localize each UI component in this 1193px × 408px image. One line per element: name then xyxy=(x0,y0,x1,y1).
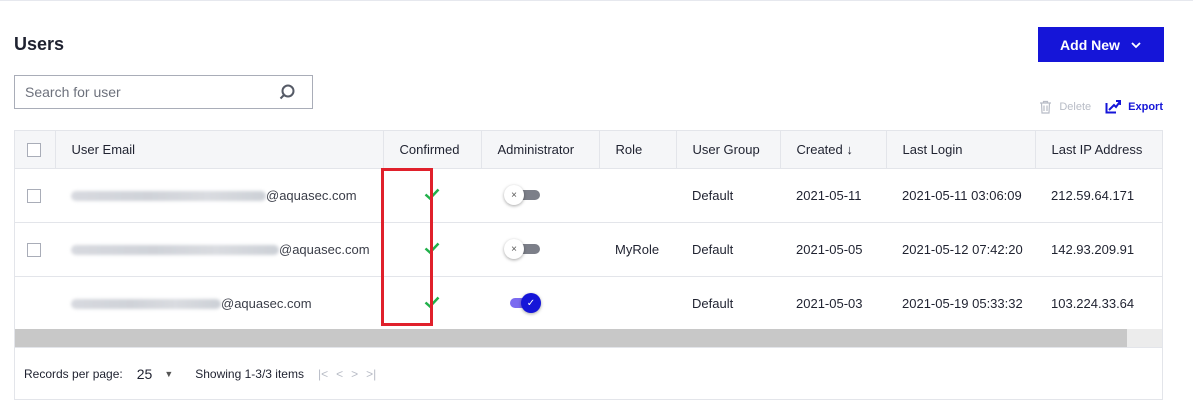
col-administrator[interactable]: Administrator xyxy=(481,131,600,168)
row-select-cell xyxy=(15,222,55,276)
admin-toggle[interactable]: ✓ xyxy=(504,293,541,314)
role-cell: MyRole xyxy=(615,241,660,257)
confirmed-cell xyxy=(383,168,481,222)
created-cell: 2021-05-11 xyxy=(796,187,862,203)
first-page-icon[interactable]: |< xyxy=(318,367,328,381)
last-login-cell: 2021-05-19 05:33:32 xyxy=(902,295,1023,311)
created-cell: 2021-05-03 xyxy=(796,295,863,311)
user-group-cell: Default xyxy=(692,295,734,311)
user-email-cell: @aquasec.com xyxy=(55,222,383,276)
last-ip-cell: 103.224.33.64 xyxy=(1051,295,1135,311)
sort-arrow-icon: ↓ xyxy=(846,141,853,157)
last-login-cell: 2021-05-12 07:42:20 xyxy=(902,241,1023,257)
user-group-cell: Default xyxy=(692,241,734,257)
col-user-group[interactable]: User Group xyxy=(676,131,781,168)
toggle-off-icon: × xyxy=(504,185,524,205)
admin-toggle[interactable]: × xyxy=(504,239,540,259)
col-last-login[interactable]: Last Login xyxy=(886,131,1036,168)
last-ip-cell: 212.59.64.171 xyxy=(1051,187,1135,203)
export-button[interactable]: Export xyxy=(1105,99,1163,114)
select-all-checkbox[interactable] xyxy=(27,143,41,158)
search-input[interactable] xyxy=(15,76,278,108)
user-email-cell: @aquasec.com xyxy=(55,168,383,222)
table-actions: Delete Export xyxy=(1039,99,1163,114)
table-row[interactable]: @aquasec.com × Default 2021-05-11 2021-0… xyxy=(15,168,1162,222)
table-row[interactable]: @aquasec.com × MyRole Default 2021-05-05… xyxy=(15,222,1162,276)
users-table: User Email Confirmed Administrator Role … xyxy=(14,130,1163,400)
check-icon xyxy=(424,296,440,308)
last-ip-cell: 142.93.209.91 xyxy=(1051,241,1135,257)
administrator-cell: × xyxy=(481,168,599,222)
email-domain: @aquasec.com xyxy=(221,296,312,312)
administrator-cell: × xyxy=(481,222,599,276)
redacted-email xyxy=(71,298,221,309)
last-page-icon[interactable]: >| xyxy=(366,367,376,381)
table-row[interactable]: @aquasec.com ✓ Default 2021-05-03 2021-0… xyxy=(15,276,1162,330)
next-page-icon[interactable]: > xyxy=(351,367,358,381)
trash-icon xyxy=(1040,100,1052,114)
role-cell xyxy=(599,168,676,222)
row-checkbox[interactable] xyxy=(27,242,41,257)
page-title: Users xyxy=(14,34,65,54)
export-label: Export xyxy=(1128,100,1163,113)
col-role[interactable]: Role xyxy=(599,131,677,168)
confirmed-cell xyxy=(383,222,481,276)
check-icon xyxy=(424,188,440,200)
horizontal-scrollbar[interactable] xyxy=(15,329,1162,347)
delete-button[interactable]: Delete xyxy=(1039,100,1091,114)
created-cell: 2021-05-05 xyxy=(796,241,863,257)
col-created-label: Created xyxy=(796,141,843,157)
chevron-down-icon[interactable]: ▼ xyxy=(164,369,173,379)
showing-items-text: Showing 1-3/3 items xyxy=(195,366,304,381)
page-navigation: |< < > >| xyxy=(318,367,376,381)
col-user-email[interactable]: User Email xyxy=(55,131,384,168)
add-new-label: Add New xyxy=(1060,36,1120,53)
toggle-off-icon: × xyxy=(504,239,524,259)
admin-toggle[interactable]: × xyxy=(504,185,540,205)
email-domain: @aquasec.com xyxy=(279,242,370,258)
last-login-cell: 2021-05-11 03:06:09 xyxy=(902,187,1022,203)
search-box xyxy=(14,75,313,109)
redacted-email xyxy=(71,244,279,255)
chevron-down-icon xyxy=(1131,41,1141,48)
redacted-email xyxy=(71,190,266,201)
col-last-ip[interactable]: Last IP Address xyxy=(1035,131,1162,168)
export-icon xyxy=(1105,100,1122,114)
delete-label: Delete xyxy=(1059,100,1092,113)
row-checkbox[interactable] xyxy=(27,188,41,203)
row-select-cell xyxy=(15,168,55,222)
administrator-cell: ✓ xyxy=(481,276,599,330)
scrollbar-thumb[interactable] xyxy=(15,329,1127,347)
check-icon xyxy=(424,242,440,254)
col-created[interactable]: Created ↓ xyxy=(780,131,887,168)
email-domain: @aquasec.com xyxy=(266,188,357,204)
toggle-on-check-icon: ✓ xyxy=(521,293,541,314)
add-new-button[interactable]: Add New xyxy=(1038,27,1164,62)
select-all-cell xyxy=(15,131,56,168)
role-cell xyxy=(599,276,676,330)
user-email-cell: @aquasec.com xyxy=(55,276,383,330)
search-icon[interactable] xyxy=(278,83,296,101)
table-header-row: User Email Confirmed Administrator Role … xyxy=(15,131,1162,168)
col-confirmed[interactable]: Confirmed xyxy=(383,131,482,168)
confirmed-cell xyxy=(383,276,481,330)
user-group-cell: Default xyxy=(692,187,734,203)
pagination-bar: Records per page: 25 ▼ Showing 1-3/3 ite… xyxy=(15,347,1162,399)
records-per-page-select[interactable]: 25 xyxy=(137,366,153,382)
records-per-page-label: Records per page: xyxy=(24,366,123,381)
top-divider xyxy=(0,0,1193,1)
prev-page-icon[interactable]: < xyxy=(336,367,343,381)
row-select-cell xyxy=(15,276,55,330)
users-page: Users Add New Delete Export xyxy=(0,0,1193,408)
